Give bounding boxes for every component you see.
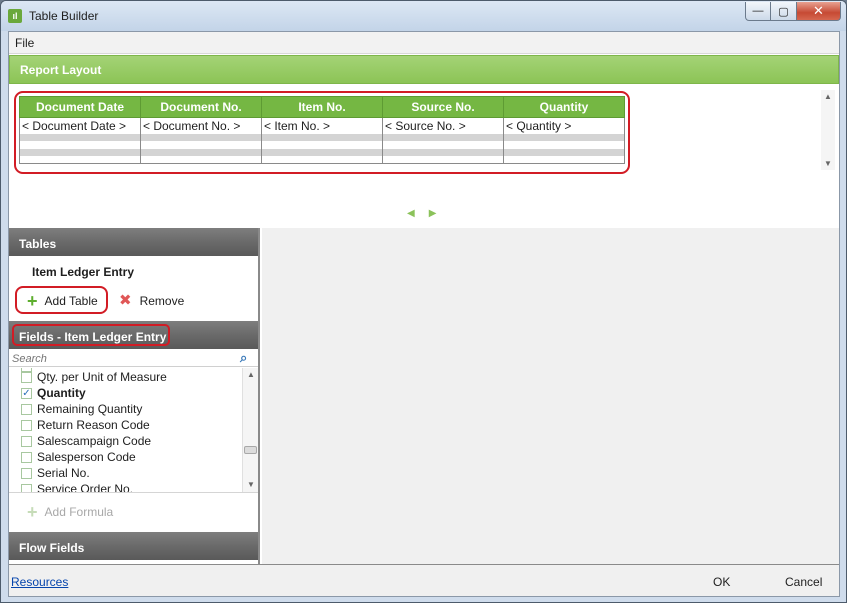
list-item[interactable]: Service Order No. bbox=[21, 481, 133, 492]
field-label: Salescampaign Code bbox=[37, 434, 152, 448]
list-item[interactable]: Salescampaign Code bbox=[21, 433, 151, 449]
field-checkbox[interactable] bbox=[21, 403, 32, 415]
field-checkbox[interactable] bbox=[21, 371, 32, 383]
field-checkbox-checked[interactable]: ✓ bbox=[21, 387, 32, 399]
menu-bar: File bbox=[9, 32, 839, 54]
window-title: Table Builder bbox=[29, 9, 99, 23]
field-checkbox[interactable] bbox=[21, 483, 32, 492]
table-row bbox=[19, 155, 141, 164]
flow-fields-title: Flow Fields bbox=[19, 541, 85, 555]
column-header-source-no[interactable]: Source No. bbox=[382, 96, 504, 118]
list-item[interactable]: Return Reason Code bbox=[21, 417, 150, 433]
cell-item-no[interactable]: < Item No. > bbox=[261, 117, 383, 134]
field-label: Quantity bbox=[37, 386, 86, 400]
field-label: Serial No. bbox=[37, 466, 90, 480]
client-area: File Report Layout Document Date Documen… bbox=[8, 31, 840, 597]
resources-link[interactable]: Resources bbox=[11, 575, 68, 589]
cell-document-date[interactable]: < Document Date > bbox=[19, 117, 141, 134]
scroll-thumb[interactable] bbox=[244, 446, 257, 454]
tables-title: Tables bbox=[19, 237, 57, 251]
field-list: Qty. per Unit of Measure ✓ Quantity Rema… bbox=[9, 368, 242, 492]
scroll-up-icon[interactable]: ▲ bbox=[247, 370, 255, 379]
list-item[interactable]: Salesperson Code bbox=[21, 449, 136, 465]
table-builder-window: ıl Table Builder — ▢ ✕ File Report Layou… bbox=[0, 0, 847, 603]
fields-header-highlight bbox=[12, 324, 170, 346]
page-nav: ◀▶ bbox=[407, 208, 450, 219]
search-icon[interactable]: ⌕ bbox=[240, 350, 247, 366]
search-input[interactable] bbox=[12, 351, 232, 366]
field-checkbox[interactable] bbox=[21, 435, 32, 447]
cell-document-no[interactable]: < Document No. > bbox=[140, 117, 262, 134]
title-bar: ıl Table Builder — ▢ ✕ bbox=[1, 1, 846, 31]
plus-icon: + bbox=[27, 291, 38, 311]
table-builder-icon: ıl bbox=[8, 9, 22, 23]
remove-icon: ✖ bbox=[119, 292, 132, 309]
remove-label: Remove bbox=[139, 294, 185, 308]
field-label: Qty. per Unit of Measure bbox=[37, 370, 167, 384]
table-row bbox=[19, 140, 141, 149]
field-checkbox[interactable] bbox=[21, 467, 32, 479]
prev-page-icon[interactable]: ◀ bbox=[407, 208, 429, 219]
table-row bbox=[19, 148, 141, 156]
field-label: Service Order No. bbox=[37, 482, 134, 492]
scroll-up-icon[interactable]: ▲ bbox=[824, 92, 832, 101]
formula-area: + Add Formula bbox=[9, 492, 258, 532]
list-item[interactable]: Serial No. bbox=[21, 465, 90, 481]
list-item[interactable]: ✓ Quantity bbox=[21, 385, 86, 401]
cell-source-no[interactable]: < Source No. > bbox=[382, 117, 504, 134]
close-button[interactable]: ✕ bbox=[797, 2, 841, 21]
cell-quantity[interactable]: < Quantity > bbox=[503, 117, 625, 134]
next-page-icon[interactable]: ▶ bbox=[429, 208, 451, 219]
report-layout-header: Report Layout bbox=[9, 55, 839, 84]
column-header-quantity[interactable]: Quantity bbox=[503, 96, 625, 118]
field-checkbox[interactable] bbox=[21, 451, 32, 463]
maximize-button[interactable]: ▢ bbox=[771, 2, 797, 21]
field-label: Return Reason Code bbox=[37, 418, 150, 432]
report-table: Document Date Document No. Item No. Sour… bbox=[19, 96, 625, 164]
column-header-document-date[interactable]: Document Date bbox=[19, 96, 141, 118]
minimize-button[interactable]: — bbox=[745, 2, 771, 21]
field-list-scrollbar[interactable]: ▲ ▼ bbox=[242, 368, 258, 492]
ok-button[interactable]: OK bbox=[713, 575, 730, 589]
fields-search: ⌕ bbox=[9, 350, 258, 367]
list-item[interactable]: Remaining Quantity bbox=[21, 401, 142, 417]
scroll-down-icon[interactable]: ▼ bbox=[247, 480, 255, 489]
dialog-footer: Resources OK Cancel bbox=[9, 564, 839, 596]
add-formula-label: Add Formula bbox=[44, 505, 114, 519]
tables-header: Tables bbox=[9, 228, 258, 256]
column-header-item-no[interactable]: Item No. bbox=[261, 96, 383, 118]
scroll-down-icon[interactable]: ▼ bbox=[824, 159, 832, 168]
report-layout-area: Document Date Document No. Item No. Sour… bbox=[9, 84, 839, 226]
column-header-document-no[interactable]: Document No. bbox=[140, 96, 262, 118]
menu-file[interactable]: File bbox=[15, 36, 34, 50]
flow-fields-header[interactable]: Flow Fields bbox=[9, 532, 258, 560]
left-panel: Tables Item Ledger Entry + Add Table ✖ R… bbox=[9, 228, 260, 564]
cancel-button[interactable]: Cancel bbox=[785, 575, 822, 589]
list-item[interactable]: Qty. per Unit of Measure bbox=[21, 369, 167, 385]
table-row bbox=[19, 133, 141, 141]
field-checkbox[interactable] bbox=[21, 419, 32, 431]
add-formula-button[interactable]: + Add Formula bbox=[27, 502, 114, 522]
add-table-label: Add Table bbox=[44, 294, 98, 308]
window-controls: — ▢ ✕ bbox=[745, 2, 841, 21]
plus-icon: + bbox=[27, 502, 38, 522]
field-label: Remaining Quantity bbox=[37, 402, 143, 416]
right-panel bbox=[262, 228, 839, 564]
add-table-button[interactable]: + Add Table bbox=[27, 291, 98, 311]
table-item-ledger-entry[interactable]: Item Ledger Entry bbox=[32, 265, 134, 279]
field-label: Salesperson Code bbox=[37, 450, 136, 464]
layout-scrollbar[interactable]: ▲ ▼ bbox=[821, 90, 835, 170]
report-layout-title: Report Layout bbox=[20, 63, 102, 77]
remove-button[interactable]: ✖ Remove bbox=[119, 292, 185, 309]
